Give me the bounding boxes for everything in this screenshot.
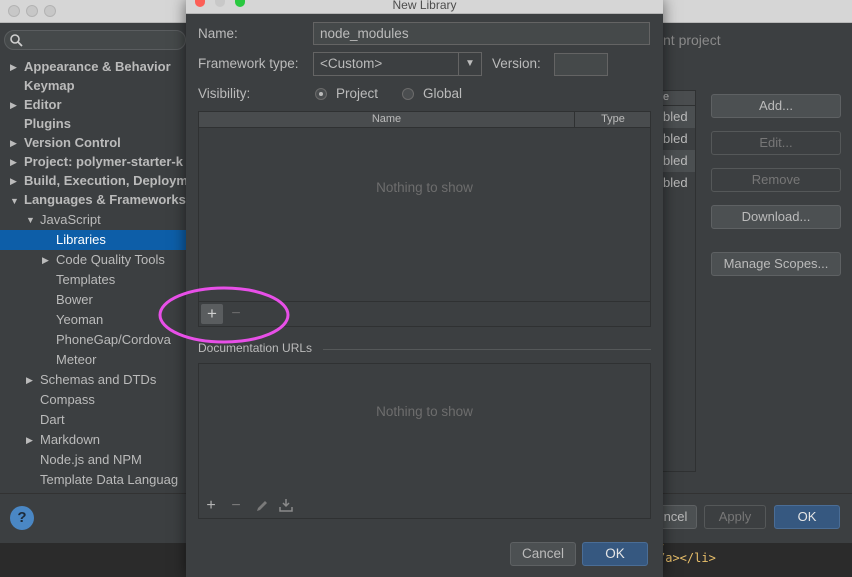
sidebar-item-templates[interactable]: Templates — [56, 270, 115, 290]
collapse-arrow-icon[interactable]: ▼ — [26, 215, 35, 225]
visibility-project-radio[interactable] — [315, 88, 327, 100]
doc-urls-empty-text: Nothing to show — [376, 404, 473, 419]
sidebar-item-meteor[interactable]: Meteor — [56, 350, 96, 370]
framework-type-label: Framework type: — [198, 56, 299, 71]
close-window-button[interactable] — [8, 5, 20, 17]
sidebar-item-keymap[interactable]: Keymap — [24, 76, 75, 96]
sidebar-item-nodejs-npm[interactable]: Node.js and NPM — [40, 450, 142, 470]
sidebar-item-languages-frameworks[interactable]: Languages & Frameworks — [24, 190, 186, 210]
sidebar-item-plugins[interactable]: Plugins — [24, 114, 71, 134]
documentation-urls-label: Documentation URLs — [198, 341, 313, 355]
dialog-title: New Library — [186, 0, 663, 14]
sidebar-item-phonegap-cordova[interactable]: PhoneGap/Cordova — [56, 330, 171, 350]
dialog-ok-button[interactable]: OK — [582, 542, 648, 566]
dialog-cancel-button[interactable]: Cancel — [510, 542, 576, 566]
visibility-label: Visibility: — [198, 86, 251, 101]
expand-arrow-icon[interactable]: ▶ — [26, 435, 33, 446]
expand-arrow-icon[interactable]: ▶ — [10, 100, 17, 111]
new-library-dialog: New Library Name: node_modules Framework… — [158, 0, 663, 577]
version-input[interactable] — [554, 53, 608, 76]
column-header-type[interactable]: Type — [574, 112, 651, 127]
help-icon[interactable]: ? — [10, 506, 34, 530]
sidebar-item-bower[interactable]: Bower — [56, 290, 93, 310]
expand-arrow-icon[interactable]: ▶ — [10, 176, 17, 187]
documentation-urls-list: Nothing to show + − — [198, 363, 651, 519]
highlight-circle-annotation — [158, 286, 290, 344]
sidebar-item-markdown[interactable]: Markdown — [40, 430, 100, 450]
library-name-input[interactable]: node_modules — [313, 22, 650, 45]
download-library-button[interactable]: Download... — [711, 205, 841, 229]
remove-library-button[interactable]: Remove — [711, 168, 841, 192]
sidebar-item-template-data-languages[interactable]: Template Data Languag — [40, 470, 178, 490]
download-tray-icon[interactable] — [279, 498, 293, 513]
pane-header-fragment: nt project — [663, 32, 721, 48]
name-label: Name: — [198, 26, 238, 41]
sidebar-item-editor[interactable]: Editor — [24, 95, 62, 115]
sidebar-item-compass[interactable]: Compass — [40, 390, 95, 410]
expand-arrow-icon[interactable]: ▶ — [10, 138, 17, 149]
minimize-window-button[interactable] — [26, 5, 38, 17]
expand-arrow-icon[interactable]: ▶ — [42, 255, 49, 266]
search-icon — [10, 34, 23, 47]
add-library-button[interactable]: Add... — [711, 94, 841, 118]
chevron-down-icon: ▼ — [458, 53, 481, 75]
visibility-global-label[interactable]: Global — [423, 86, 462, 101]
sidebar-item-version-control[interactable]: Version Control — [24, 133, 121, 153]
library-row[interactable]: bled — [663, 150, 695, 172]
library-row[interactable]: bled — [663, 172, 695, 194]
library-row[interactable]: bled — [663, 106, 695, 128]
sidebar-item-code-quality-tools[interactable]: Code Quality Tools — [56, 250, 165, 270]
separator-line — [323, 349, 651, 350]
libraries-table-fragment: e bled bled bled bled — [663, 90, 696, 472]
version-label: Version: — [492, 56, 541, 71]
sidebar-item-appearance-behavior[interactable]: Appearance & Behavior — [24, 57, 171, 77]
sidebar-item-project[interactable]: Project: polymer-starter-k — [24, 152, 183, 172]
expand-arrow-icon[interactable]: ▶ — [26, 375, 33, 386]
library-row[interactable]: bled — [663, 128, 695, 150]
sidebar-item-dart[interactable]: Dart — [40, 410, 65, 430]
expand-arrow-icon[interactable]: ▶ — [10, 157, 17, 168]
column-header-name[interactable]: Name — [199, 112, 574, 127]
manage-scopes-button[interactable]: Manage Scopes... — [711, 252, 841, 276]
add-url-plus-icon[interactable]: + — [202, 497, 220, 515]
edit-pencil-icon[interactable] — [255, 499, 269, 513]
collapse-arrow-icon[interactable]: ▼ — [10, 196, 19, 206]
zoom-window-button[interactable] — [44, 5, 56, 17]
sidebar-search-input[interactable] — [4, 30, 186, 50]
table-header: Name Type — [199, 112, 650, 128]
editor-code-snippet: /a></li> — [658, 551, 716, 565]
apply-button[interactable]: Apply — [704, 505, 766, 529]
framework-type-value: <Custom> — [320, 56, 383, 71]
visibility-project-label[interactable]: Project — [336, 86, 378, 101]
expand-arrow-icon[interactable]: ▶ — [10, 62, 17, 73]
roots-empty-text: Nothing to show — [376, 180, 473, 195]
sidebar-item-schemas-dtds[interactable]: Schemas and DTDs — [40, 370, 156, 390]
settings-ok-button[interactable]: OK — [774, 505, 840, 529]
remove-url-minus-icon[interactable]: − — [227, 497, 245, 515]
sidebar-item-build-execution[interactable]: Build, Execution, Deploym — [24, 171, 188, 191]
enabled-column-header: e — [663, 91, 695, 106]
sidebar-item-yeoman[interactable]: Yeoman — [56, 310, 103, 330]
visibility-global-radio[interactable] — [402, 88, 414, 100]
sidebar-item-libraries[interactable]: Libraries — [56, 230, 106, 250]
framework-type-select[interactable]: <Custom> ▼ — [313, 52, 482, 76]
sidebar-item-javascript[interactable]: JavaScript — [40, 210, 101, 230]
edit-library-button[interactable]: Edit... — [711, 131, 841, 155]
